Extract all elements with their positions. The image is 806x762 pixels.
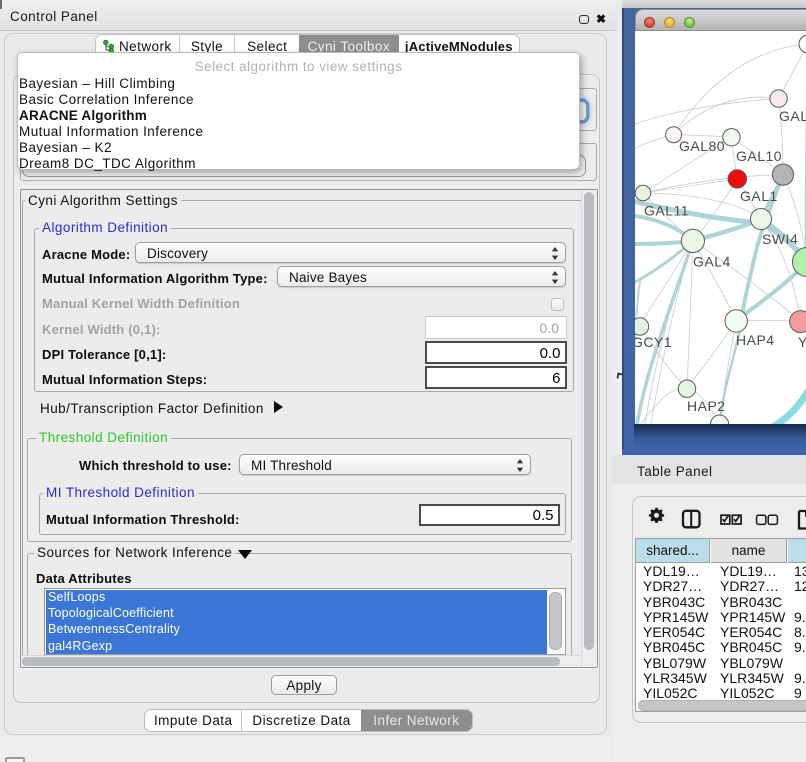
svg-text:GAL4: GAL4: [693, 254, 731, 270]
svg-text:GAL: GAL: [779, 108, 806, 124]
svg-text:GAL80: GAL80: [679, 138, 725, 154]
svg-text:HAP2: HAP2: [687, 398, 726, 414]
svg-text:GAL11: GAL11: [644, 203, 689, 219]
svg-text:GAL1: GAL1: [740, 188, 778, 204]
svg-text:GAL10: GAL10: [736, 148, 782, 164]
svg-text:SWI4: SWI4: [762, 231, 798, 247]
svg-text:HAP4: HAP4: [736, 332, 775, 348]
svg-text:Y: Y: [798, 334, 806, 350]
svg-text:GCY1: GCY1: [635, 334, 672, 350]
